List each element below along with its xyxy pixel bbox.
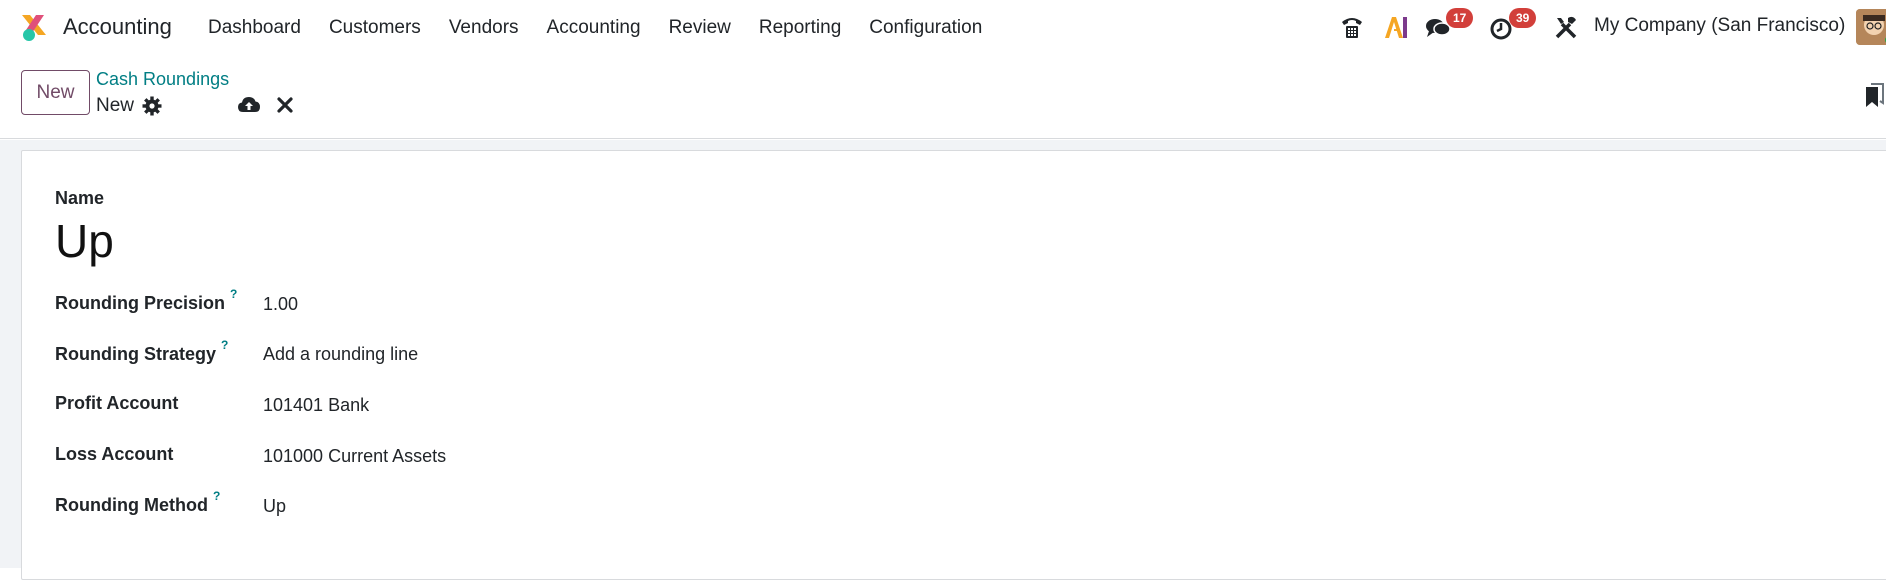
help-icon[interactable]: ? [221, 338, 228, 352]
phone-icon[interactable] [1339, 12, 1365, 42]
name-label: Name [55, 188, 105, 208]
menu-review[interactable]: Review [655, 0, 745, 55]
rounding-method-label: Rounding Method? [55, 489, 220, 516]
new-button[interactable]: New [21, 70, 90, 115]
app-name[interactable]: Accounting [63, 14, 172, 40]
record-name: New [96, 95, 135, 116]
gear-icon[interactable] [142, 96, 162, 116]
help-icon[interactable]: ? [213, 489, 220, 503]
form-sheet [21, 150, 1886, 580]
help-icon[interactable]: ? [230, 287, 237, 301]
accounting-app-icon[interactable] [18, 11, 50, 43]
rounding-strategy-label-text: Rounding Strategy [55, 344, 216, 364]
rounding-precision-label-text: Rounding Precision [55, 293, 226, 313]
loss-account-label: Loss Account [55, 444, 174, 464]
profit-account-label: Profit Account [55, 393, 179, 413]
tools-icon[interactable] [1554, 12, 1578, 42]
rounding-strategy-field[interactable]: Add a rounding line [263, 344, 418, 365]
menu-vendors[interactable]: Vendors [435, 0, 533, 55]
name-field[interactable]: Up [55, 214, 114, 268]
messages-badge: 17 [1446, 8, 1474, 28]
activities-badge: 39 [1509, 8, 1537, 28]
ai-icon[interactable] [1383, 12, 1409, 42]
rounding-method-field[interactable]: Up [263, 496, 286, 517]
breadcrumb-cash-roundings[interactable]: Cash Roundings [96, 69, 229, 90]
systray: 17 39 My Company (San Francisco) [1326, 0, 1886, 55]
rounding-precision-field[interactable]: 1.00 [263, 294, 298, 315]
user-avatar-icon [1856, 9, 1886, 45]
close-icon[interactable] [277, 97, 293, 113]
top-navbar: Accounting Dashboard Customers Vendors A… [0, 0, 1886, 55]
menu-configuration[interactable]: Configuration [855, 0, 996, 55]
company-switcher[interactable]: My Company (San Francisco) [1594, 15, 1845, 37]
main-menu: Dashboard Customers Vendors Accounting R… [192, 0, 996, 55]
activities-tray[interactable]: 39 [1489, 8, 1539, 42]
menu-reporting[interactable]: Reporting [745, 0, 855, 55]
avatar[interactable] [1856, 9, 1886, 45]
cloud-upload-icon[interactable] [237, 95, 261, 117]
control-panel: New Cash Roundings New [0, 55, 1886, 139]
rounding-precision-label: Rounding Precision? [55, 287, 237, 314]
menu-accounting[interactable]: Accounting [533, 0, 655, 55]
bookmark-icon[interactable] [1860, 83, 1886, 111]
messages-tray[interactable]: 17 [1425, 8, 1475, 42]
rounding-strategy-label: Rounding Strategy? [55, 338, 228, 365]
profit-account-field[interactable]: 101401 Bank [263, 395, 369, 416]
loss-account-field[interactable]: 101000 Current Assets [263, 446, 446, 467]
rounding-method-label-text: Rounding Method [55, 495, 208, 515]
menu-dashboard[interactable]: Dashboard [192, 0, 315, 55]
menu-customers[interactable]: Customers [315, 0, 435, 55]
